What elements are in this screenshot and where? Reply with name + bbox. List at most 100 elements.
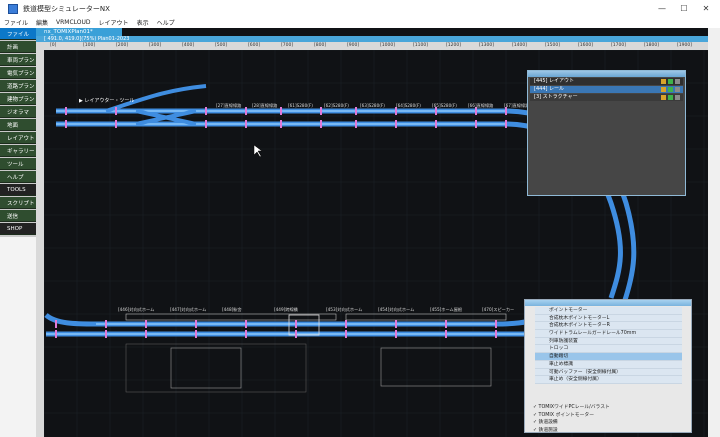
layer-row-1[interactable]: [444] レール [530,86,683,93]
tool-6[interactable]: ジオラマ [0,106,36,118]
track-label: [447]対向式ホーム [170,306,206,312]
tool-0[interactable]: ファイル [0,28,36,40]
track-joint-marker [445,320,447,328]
track-joint-marker [115,107,117,115]
track-joint-marker [55,330,57,338]
track-label: [61]S280(F) [288,103,313,108]
menu-vrmcloud[interactable]: VRMCLOUD [52,19,95,26]
parts-tree-item[interactable]: ✓ 鉄道設備 [527,419,685,427]
ruler-tick: [0] [50,43,57,48]
track-joint-marker [495,330,497,338]
track-joint-marker [65,107,67,115]
parts-list-item[interactable]: 車止め標識 [535,360,682,369]
menu-edit[interactable]: 編集 [32,18,52,27]
parts-list-item[interactable]: 可動バッファー（安全側線付属） [535,368,682,377]
layer-toggle-icon[interactable] [668,87,673,92]
menu-bar: ファイル 編集 VRMCLOUD レイアウト 表示 ヘルプ [0,17,720,28]
track-joint-marker [145,320,147,328]
vertical-scrollbar[interactable] [708,28,720,437]
layer-toggle-icon[interactable] [675,95,680,100]
track-labels-bottom: [446]対向式ホーム [447]対向式ホーム [448]駅舎 [449]跨線橋 [45… [118,306,514,313]
parts-list-item[interactable]: 合成枕木ポイントモーターR [535,322,682,331]
parts-list-item[interactable]: ワイドトラムレールガードレール70mm [535,330,682,338]
layer-row-0[interactable]: [445] レイアウト [530,78,683,85]
track-joint-marker [105,330,107,338]
track-label: [27]直線線路 [216,102,242,109]
parts-list-item[interactable]: トロッコ [535,345,682,354]
menu-layout[interactable]: レイアウト [95,18,133,27]
track-joint-marker [195,330,197,338]
layer-label: [445] レイアウト [534,78,575,84]
parts-list-item[interactable]: ポイントモーター [535,307,682,315]
layer-toggle-icon[interactable] [668,95,673,100]
tool-10[interactable]: ツール [0,158,36,170]
ruler-tick: [1100] [413,43,428,48]
ruler-tick: [600] [248,43,261,48]
track-joint-marker [395,330,397,338]
track-joint-marker [435,120,437,128]
parts-list-item[interactable]: 自動踏切 [535,353,682,361]
menu-help[interactable]: ヘルプ [153,18,179,27]
tool-7[interactable]: 地面 [0,119,36,131]
parts-tree: ✓ TOMIXワイドPCレール/バラスト ✓ TOMIX ポイントモーター ✓ 鉄道… [527,404,685,434]
menu-view[interactable]: 表示 [133,18,153,27]
window-title: 鉄道模型シミュレーターNX [23,4,110,13]
track-joint-marker [395,320,397,328]
tool-15[interactable]: SHOP [0,223,36,235]
parts-tree-item[interactable]: ✓ 鉄道施設 [527,427,685,435]
tool-12[interactable]: TOOLS [0,184,36,196]
layer-panel: [445] レイアウト [444] レール [3] ストラクチャー [527,70,686,196]
ruler-tick: [800] [314,43,327,48]
tool-3[interactable]: 電気プラン [0,67,36,79]
track-label: [448]駅舎 [222,307,242,313]
tool-9[interactable]: ギャラリー [0,145,36,157]
structure-block-1 [170,347,242,389]
layer-row-2[interactable]: [3] ストラクチャー [530,94,683,101]
tool-13[interactable]: スクリプト [0,197,36,209]
layer-toggle-icon[interactable] [668,79,673,84]
track-label: [453]対向式ホーム [326,306,362,312]
tool-14[interactable]: 送信 [0,210,36,222]
layer-toggle-icon[interactable] [675,87,680,92]
tool-5[interactable]: 建物プラン [0,93,36,105]
ruler-tick: [700] [281,43,294,48]
track-joint-marker [295,320,297,328]
ruler-tick: [1000] [380,43,395,48]
tool-2[interactable]: 車両プラン [0,54,36,66]
layer-toggle-icon[interactable] [661,87,666,92]
track-joint-marker [355,120,357,128]
parts-list-item[interactable]: 車止め（安全側線付属） [535,376,682,384]
ruler-tick: [1300] [479,43,494,48]
tool-8[interactable]: レイアウト [0,132,36,144]
track-joint-marker [435,107,437,115]
close-button[interactable]: ✕ [692,0,720,17]
parts-tree-item[interactable]: ✓ TOMIX ポイントモーター [527,412,685,420]
layer-toggle-icon[interactable] [661,79,666,84]
ruler-tick: [1800] [644,43,659,48]
track-joint-marker [245,320,247,328]
layout-marker-label: ▶ レイアウター・ツール [79,97,134,104]
tool-4[interactable]: 道路プラン [0,80,36,92]
track-joint-marker [475,120,477,128]
track-joint-marker [195,320,197,328]
parts-panel-title[interactable] [525,300,691,306]
title-bar: 鉄道模型シミュレーターNX [0,0,720,17]
layer-toggle-icon[interactable] [661,95,666,100]
ruler-tick: [1700] [611,43,626,48]
document-tab[interactable]: nx_TOMIXPlan01* [36,28,122,36]
tool-1[interactable]: 計画 [0,41,36,53]
menu-file[interactable]: ファイル [0,18,32,27]
track-joint-marker [395,120,397,128]
track-joint-marker [395,107,397,115]
track-label: [28]直線線路 [252,102,278,109]
parts-tree-item[interactable]: ✓ TOMIXワイドPCレール/バラスト [527,404,685,412]
platform-right [345,313,507,321]
track-joint-marker [495,320,497,328]
parts-list-item[interactable]: 合成枕木ポイントモーターL [535,314,682,323]
tool-11[interactable]: ヘルプ [0,171,36,183]
parts-list-item[interactable]: 列車防護装置 [535,337,682,346]
track-joint-marker [205,107,207,115]
layer-panel-title[interactable] [528,71,685,77]
layer-toggle-icon[interactable] [675,79,680,84]
ruler-vertical [36,50,44,437]
